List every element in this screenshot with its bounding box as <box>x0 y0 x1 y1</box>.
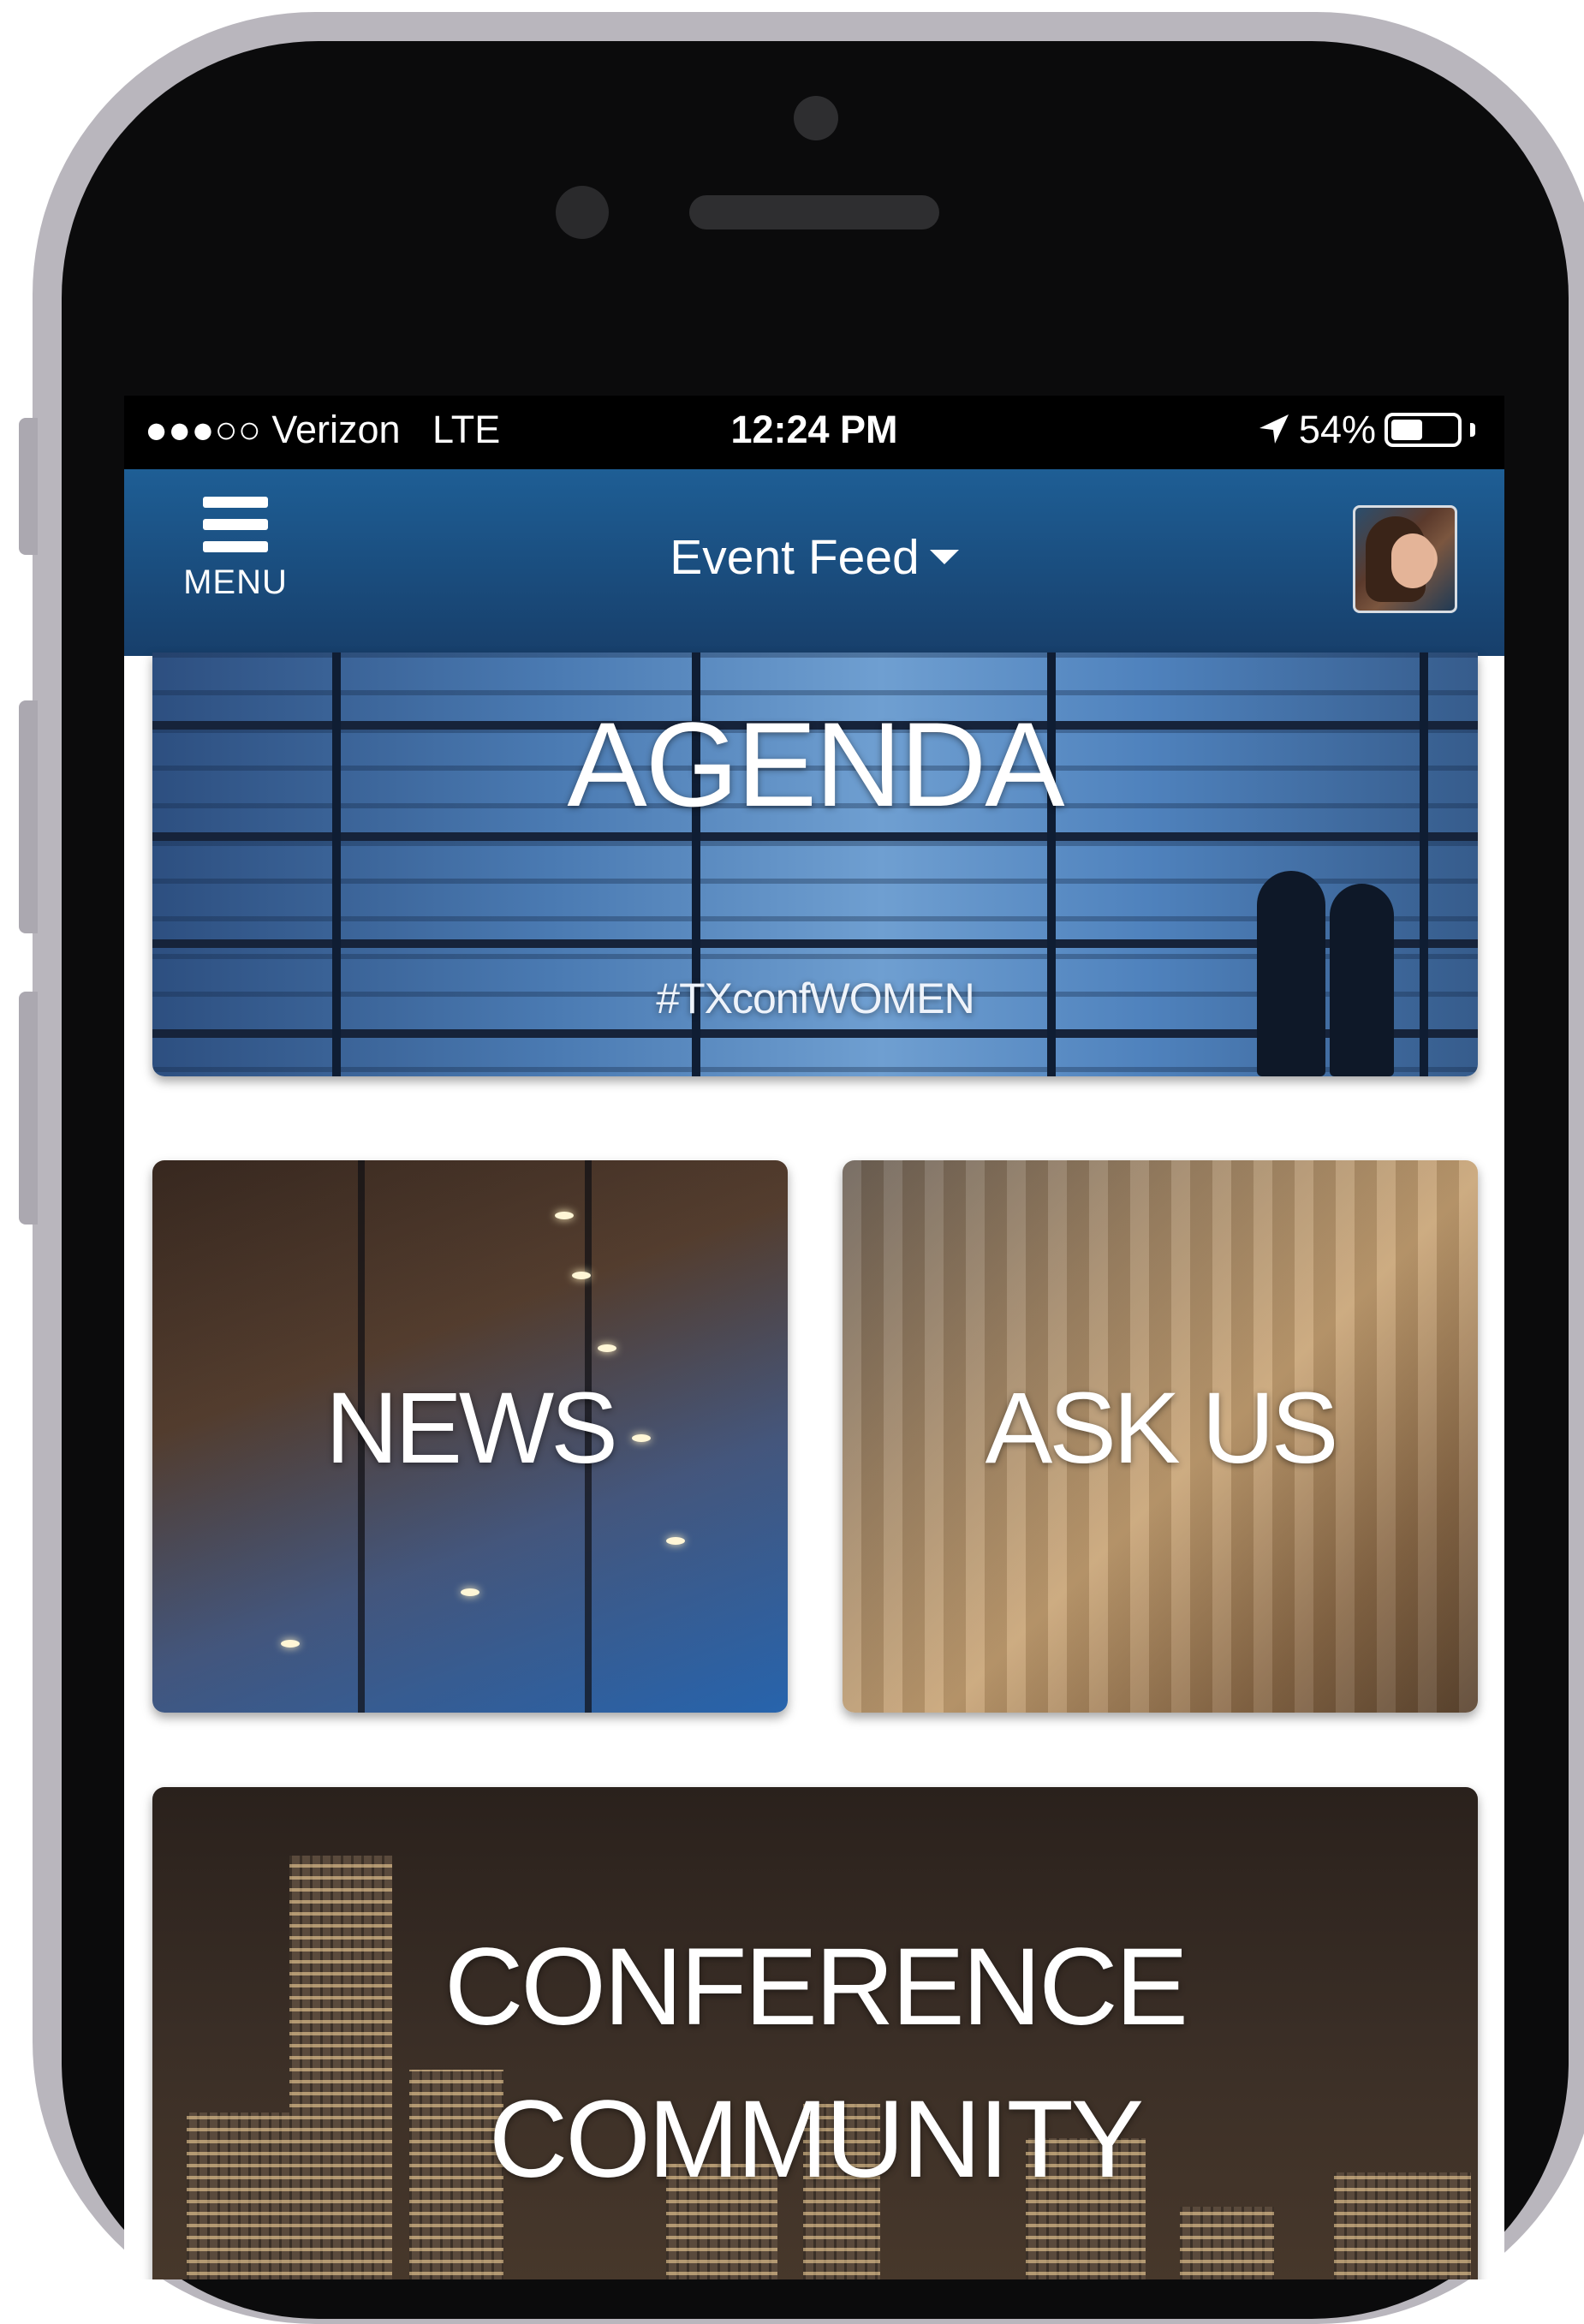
conference-community-tile[interactable]: CONFERENCE COMMUNITY <box>152 1787 1478 2279</box>
battery-nub <box>1470 423 1475 437</box>
nav-bar: MENU Event Feed <box>124 469 1504 656</box>
battery-fill <box>1391 420 1423 440</box>
nav-title: Event Feed <box>670 530 920 585</box>
earpiece-speaker <box>689 195 939 229</box>
camera-icon <box>794 96 838 140</box>
community-line-2: COMMUNITY <box>488 2078 1144 2201</box>
news-tile[interactable]: NEWS <box>152 1160 788 1713</box>
agenda-tile[interactable]: AGENDA #TXconfWOMEN <box>152 653 1478 1076</box>
caret-down-icon <box>929 550 959 565</box>
mute-switch <box>19 418 38 555</box>
community-line-1: CONFERENCE <box>444 1926 1188 2048</box>
community-title: CONFERENCE COMMUNITY <box>152 1911 1478 2216</box>
ask-us-tile[interactable]: ASK US <box>843 1160 1478 1713</box>
agenda-hashtag: #TXconfWOMEN <box>656 974 974 1022</box>
event-feed-dropdown[interactable]: Event Feed <box>124 529 1504 586</box>
status-right: 54% <box>1256 408 1475 452</box>
news-title: NEWS <box>325 1372 618 1485</box>
front-sensor <box>556 186 609 239</box>
battery-icon <box>1385 413 1462 447</box>
location-arrow-icon <box>1259 414 1289 444</box>
avatar-face <box>1391 533 1434 588</box>
ask-us-title: ASK US <box>985 1372 1339 1485</box>
user-avatar[interactable] <box>1353 505 1457 613</box>
status-bar: ●●●○○ Verizon LTE 12:24 PM 54% <box>124 396 1504 469</box>
agenda-title: AGENDA <box>567 697 1064 831</box>
app-screen: ●●●○○ Verizon LTE 12:24 PM 54% MENU Even… <box>124 396 1504 2279</box>
volume-up-button <box>19 700 38 933</box>
volume-down-button <box>19 992 38 1225</box>
battery-percent: 54% <box>1298 408 1376 451</box>
